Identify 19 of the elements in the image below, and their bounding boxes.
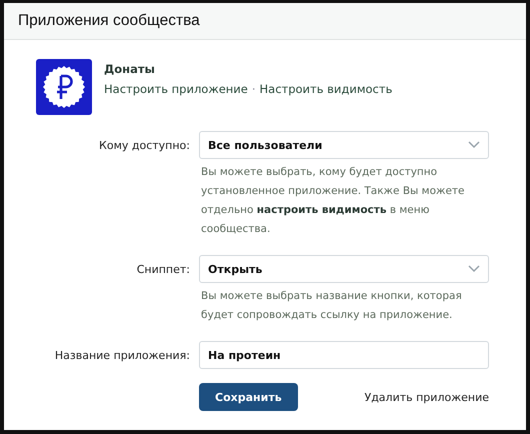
app-name: Донаты — [104, 62, 156, 76]
hint-text: Вы можете выбрать, кому будет доступно установленное приложение. Также Вы можете отдельно настроить видимость в меню сообщества. — [200, 165, 466, 237]
input-field[interactable]: На протеин — [199, 341, 489, 369]
chevron-down-icon — [468, 265, 480, 273]
field-label: Кому доступно: — [98, 138, 190, 154]
separator: · — [252, 82, 256, 96]
page-title: Приложения сообщества — [18, 12, 200, 30]
app-link[interactable]: Настроить видимость — [260, 82, 392, 96]
field-label: Сниппет: — [136, 262, 190, 278]
chevron-down-icon — [468, 141, 480, 149]
dropdown[interactable]: Все пользователи — [199, 131, 489, 159]
app-link[interactable]: Настроить приложение — [104, 82, 248, 96]
ruble-badge-icon — [36, 59, 92, 115]
field-label: Название приложения: — [54, 348, 190, 364]
save-button[interactable]: Сохранить — [199, 383, 298, 411]
hint-text: Вы можете выбрать название кнопки, которая будет сопровождать ссылку на приложение. — [200, 289, 463, 323]
visibility-link[interactable]: настроить видимость — [256, 204, 386, 216]
dropdown[interactable]: Открыть — [199, 255, 489, 283]
delete-link[interactable]: Удалить приложение — [364, 390, 489, 404]
